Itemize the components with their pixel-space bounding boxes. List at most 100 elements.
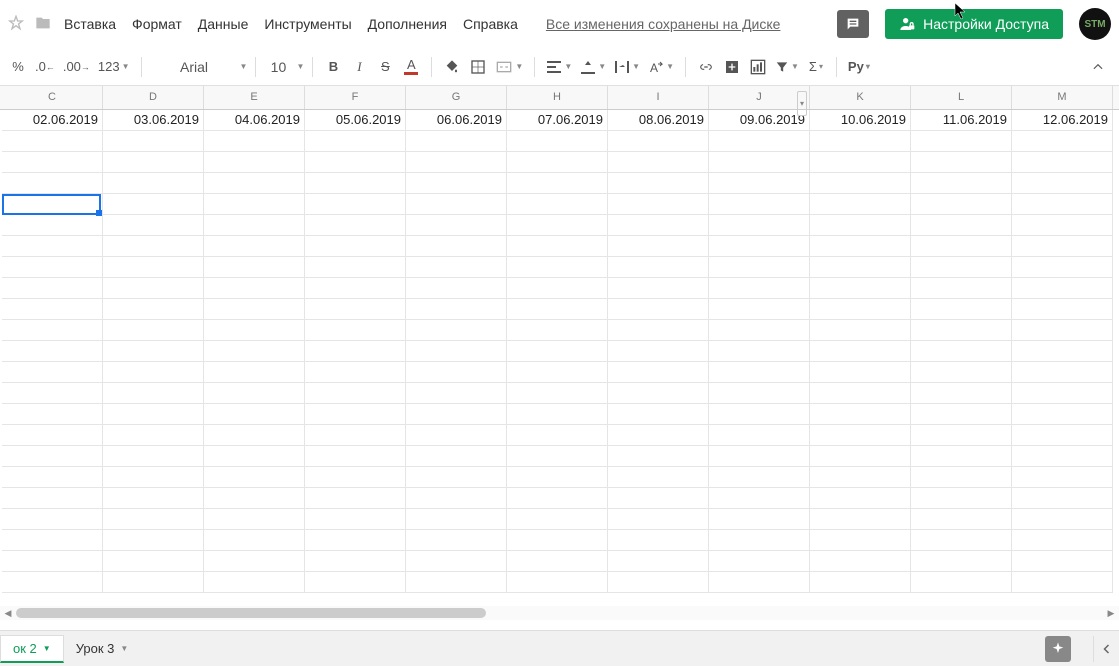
- column-header[interactable]: D: [103, 86, 204, 109]
- more-formats-button[interactable]: 123▼: [95, 54, 133, 80]
- filter-dropdown-icon[interactable]: ▾: [797, 91, 807, 116]
- cell[interactable]: [709, 467, 810, 488]
- cell[interactable]: [406, 194, 507, 215]
- cell[interactable]: [305, 404, 406, 425]
- cell[interactable]: [305, 446, 406, 467]
- cell[interactable]: [709, 530, 810, 551]
- cell[interactable]: [204, 446, 305, 467]
- cell[interactable]: [2, 362, 103, 383]
- cell[interactable]: [810, 551, 911, 572]
- cell[interactable]: [406, 509, 507, 530]
- cell[interactable]: [911, 446, 1012, 467]
- italic-button[interactable]: I: [347, 54, 371, 80]
- cell[interactable]: [507, 446, 608, 467]
- column-header[interactable]: J▾: [709, 86, 810, 109]
- cell[interactable]: [1012, 425, 1113, 446]
- cell[interactable]: [406, 131, 507, 152]
- cell[interactable]: [810, 320, 911, 341]
- cell[interactable]: [507, 131, 608, 152]
- cell[interactable]: [911, 383, 1012, 404]
- cell[interactable]: [810, 509, 911, 530]
- cell[interactable]: [406, 425, 507, 446]
- cell[interactable]: [911, 299, 1012, 320]
- cell[interactable]: [608, 572, 709, 593]
- cell[interactable]: [305, 383, 406, 404]
- cell[interactable]: [709, 278, 810, 299]
- cell[interactable]: [2, 194, 103, 215]
- sheet-tab[interactable]: Урок 3 ▼: [64, 635, 141, 663]
- cell[interactable]: 04.06.2019: [204, 110, 305, 131]
- cell[interactable]: [2, 152, 103, 173]
- cell[interactable]: [608, 257, 709, 278]
- cell[interactable]: [305, 131, 406, 152]
- cell[interactable]: [204, 551, 305, 572]
- cell[interactable]: [608, 383, 709, 404]
- cell[interactable]: [507, 215, 608, 236]
- cell[interactable]: [507, 341, 608, 362]
- cell[interactable]: [305, 509, 406, 530]
- cell[interactable]: [305, 215, 406, 236]
- cell[interactable]: [406, 152, 507, 173]
- column-header[interactable]: L: [911, 86, 1012, 109]
- cell[interactable]: [1012, 572, 1113, 593]
- cell[interactable]: 09.06.2019: [709, 110, 810, 131]
- font-size-select[interactable]: 10: [264, 54, 292, 80]
- decrease-decimal-button[interactable]: .0←: [32, 54, 58, 80]
- cell[interactable]: 08.06.2019: [608, 110, 709, 131]
- cell[interactable]: [608, 152, 709, 173]
- cell[interactable]: [1012, 257, 1113, 278]
- cell[interactable]: [709, 320, 810, 341]
- cell[interactable]: [406, 488, 507, 509]
- cell[interactable]: 06.06.2019: [406, 110, 507, 131]
- cell[interactable]: [2, 299, 103, 320]
- menu-help[interactable]: Справка: [463, 16, 518, 32]
- cell[interactable]: [2, 320, 103, 341]
- cell[interactable]: [709, 236, 810, 257]
- cell[interactable]: [1012, 152, 1113, 173]
- cell[interactable]: [305, 236, 406, 257]
- cell[interactable]: [406, 236, 507, 257]
- cell[interactable]: [911, 152, 1012, 173]
- cell[interactable]: [608, 446, 709, 467]
- cell[interactable]: [1012, 278, 1113, 299]
- menu-data[interactable]: Данные: [198, 16, 249, 32]
- cell[interactable]: [305, 173, 406, 194]
- cell[interactable]: [2, 425, 103, 446]
- cell[interactable]: [406, 383, 507, 404]
- cell[interactable]: [204, 173, 305, 194]
- cell[interactable]: [1012, 215, 1113, 236]
- cell[interactable]: [103, 530, 204, 551]
- cell[interactable]: [103, 215, 204, 236]
- cell[interactable]: [810, 446, 911, 467]
- cell[interactable]: [911, 488, 1012, 509]
- scroll-thumb[interactable]: [16, 608, 486, 618]
- cell[interactable]: [2, 404, 103, 425]
- cell[interactable]: [709, 488, 810, 509]
- cell[interactable]: [305, 362, 406, 383]
- cell[interactable]: [1012, 320, 1113, 341]
- cell[interactable]: [2, 278, 103, 299]
- bold-button[interactable]: B: [321, 54, 345, 80]
- cell[interactable]: [1012, 404, 1113, 425]
- column-header[interactable]: K: [810, 86, 911, 109]
- cell[interactable]: [608, 215, 709, 236]
- cell[interactable]: [305, 551, 406, 572]
- cell[interactable]: [709, 551, 810, 572]
- cell[interactable]: [810, 425, 911, 446]
- cell[interactable]: [1012, 488, 1113, 509]
- cell[interactable]: [507, 383, 608, 404]
- cell[interactable]: [406, 404, 507, 425]
- cell[interactable]: [406, 530, 507, 551]
- cell[interactable]: [507, 320, 608, 341]
- cell[interactable]: [204, 152, 305, 173]
- cell[interactable]: [204, 215, 305, 236]
- cell[interactable]: [2, 509, 103, 530]
- cell[interactable]: [204, 131, 305, 152]
- cell[interactable]: [810, 467, 911, 488]
- cell[interactable]: [507, 278, 608, 299]
- cell[interactable]: [709, 131, 810, 152]
- cell[interactable]: [911, 173, 1012, 194]
- cell[interactable]: [810, 215, 911, 236]
- cell[interactable]: [103, 131, 204, 152]
- saved-status-link[interactable]: Все изменения сохранены на Диске: [546, 16, 781, 32]
